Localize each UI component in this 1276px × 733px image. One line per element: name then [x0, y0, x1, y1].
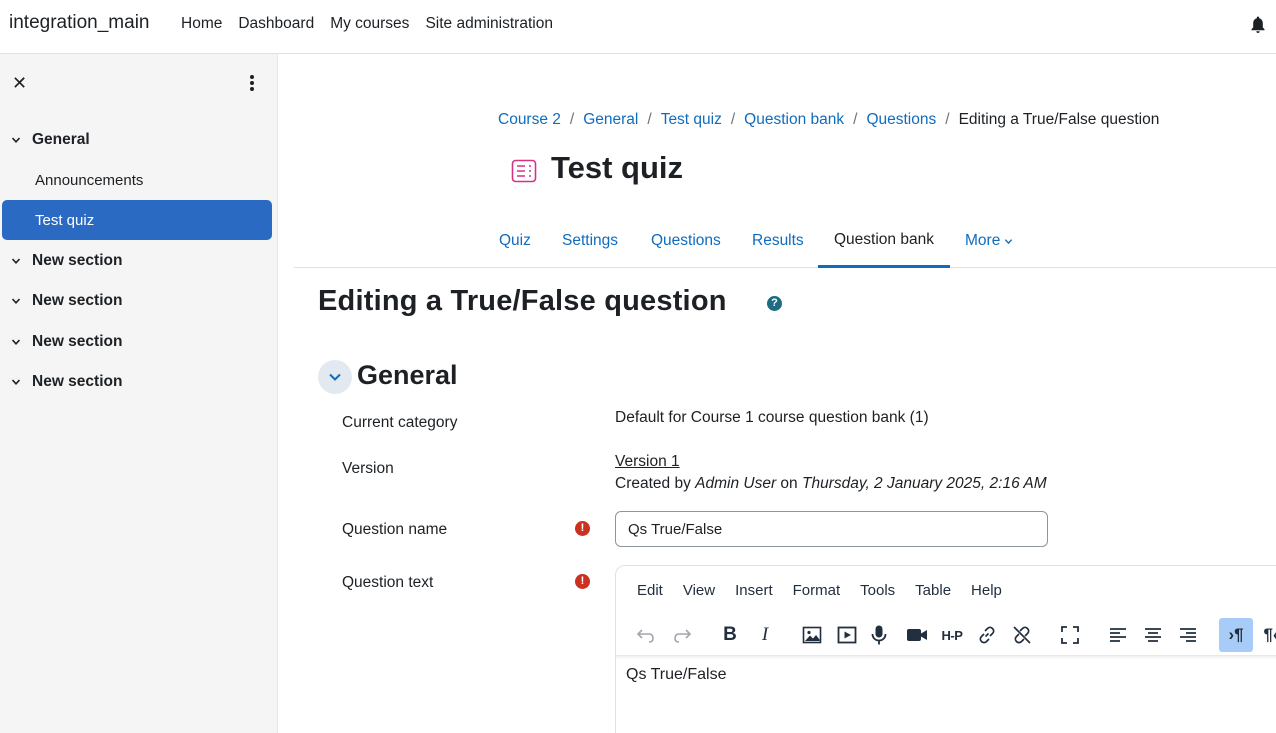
- top-navbar: integration_main Home Dashboard My cours…: [0, 0, 1276, 54]
- breadcrumb: Course 2/ General / Test quiz / Question b…: [498, 111, 1160, 129]
- breadcrumb-link-general[interactable]: General: [583, 111, 638, 129]
- menu-view[interactable]: View: [673, 582, 725, 599]
- sidebar-section-new-1[interactable]: New section: [0, 246, 278, 276]
- image-icon[interactable]: [795, 618, 829, 652]
- version-created-info: Created by Admin User on Thursday, 2 Jan…: [615, 475, 1047, 493]
- created-prefix: Created by: [615, 475, 691, 492]
- version-label: Version: [342, 460, 394, 477]
- question-name-label: Question name: [342, 521, 448, 538]
- record-video-icon[interactable]: [900, 618, 934, 652]
- collapse-section-button[interactable]: [318, 360, 352, 394]
- version-link[interactable]: Version 1: [615, 453, 680, 470]
- breadcrumb-link-course[interactable]: Course 2: [498, 111, 561, 129]
- course-index-drawer: ✕ General Announcements Test quiz New se…: [0, 54, 278, 733]
- link-icon[interactable]: [970, 618, 1004, 652]
- chevron-down-icon[interactable]: [0, 135, 32, 145]
- menu-format[interactable]: Format: [783, 582, 851, 599]
- sidebar-section-new-4[interactable]: New section: [0, 367, 278, 397]
- current-category-label: Current category: [342, 414, 458, 431]
- tab-settings[interactable]: Settings: [546, 214, 634, 268]
- sidebar-section-general[interactable]: General: [0, 125, 278, 155]
- required-icon: !: [575, 574, 590, 589]
- required-icon: !: [575, 521, 590, 536]
- created-user: Admin User: [695, 475, 777, 492]
- right-to-left-icon[interactable]: ¶‹: [1254, 618, 1276, 652]
- tab-more[interactable]: More: [949, 214, 1029, 268]
- secondary-navigation: Quiz Settings Questions Results Question…: [294, 214, 1276, 268]
- created-on: on: [780, 475, 798, 492]
- record-audio-icon[interactable]: [862, 618, 896, 652]
- sidebar-section-label: General: [32, 131, 90, 148]
- chevron-down-icon[interactable]: [0, 296, 32, 306]
- sidebar-section-label: New section: [32, 292, 123, 309]
- tab-quiz[interactable]: Quiz: [483, 214, 547, 268]
- quiz-icon: [511, 159, 537, 183]
- created-date: Thursday, 2 January 2025, 2:16 AM: [801, 475, 1047, 492]
- site-brand[interactable]: integration_main: [9, 12, 149, 34]
- undo-icon[interactable]: [629, 618, 663, 652]
- sidebar-item-announcements[interactable]: Announcements: [2, 160, 272, 200]
- editor-toolbar: B I H-P ›¶ ¶‹: [616, 614, 1276, 656]
- left-to-right-icon[interactable]: ›¶: [1219, 618, 1253, 652]
- menu-tools[interactable]: Tools: [850, 582, 905, 599]
- page-title: Test quiz: [551, 150, 684, 185]
- sidebar-section-new-3[interactable]: New section: [0, 327, 278, 357]
- menu-table[interactable]: Table: [905, 582, 961, 599]
- nav-home[interactable]: Home: [181, 15, 222, 33]
- question-text-editor: Edit View Insert Format Tools Table Help…: [615, 565, 1276, 733]
- sidebar-item-test-quiz[interactable]: Test quiz: [2, 200, 272, 240]
- bold-icon[interactable]: B: [713, 618, 747, 652]
- help-icon[interactable]: ?: [767, 296, 782, 311]
- question-text-label: Question text: [342, 574, 434, 591]
- drawer-options-icon[interactable]: [244, 74, 260, 92]
- h5p-icon[interactable]: H-P: [935, 618, 969, 652]
- editor-menubar: Edit View Insert Format Tools Table Help: [616, 566, 1012, 614]
- tab-results[interactable]: Results: [736, 214, 820, 268]
- editor-content[interactable]: Qs True/False: [626, 666, 726, 684]
- chevron-down-icon[interactable]: [0, 337, 32, 347]
- chevron-down-icon: [1005, 238, 1013, 244]
- chevron-down-icon[interactable]: [0, 256, 32, 266]
- close-drawer-icon[interactable]: ✕: [12, 74, 30, 92]
- align-right-icon[interactable]: [1171, 618, 1205, 652]
- align-center-icon[interactable]: [1136, 618, 1170, 652]
- tab-more-label: More: [965, 232, 1001, 249]
- sidebar-section-label: New section: [32, 373, 123, 390]
- question-name-input[interactable]: [615, 511, 1048, 547]
- nav-site-administration[interactable]: Site administration: [425, 15, 553, 33]
- editing-heading: Editing a True/False question: [318, 285, 727, 317]
- fullscreen-icon[interactable]: [1053, 618, 1087, 652]
- chevron-down-icon: [329, 373, 341, 381]
- version-value: Version 1: [615, 453, 680, 471]
- breadcrumb-link-test-quiz[interactable]: Test quiz: [661, 111, 722, 129]
- sidebar-section-new-2[interactable]: New section: [0, 286, 278, 316]
- nav-dashboard[interactable]: Dashboard: [238, 15, 314, 33]
- breadcrumb-link-question-bank[interactable]: Question bank: [744, 111, 844, 129]
- tab-question-bank[interactable]: Question bank: [818, 214, 950, 268]
- breadcrumb-link-questions[interactable]: Questions: [866, 111, 936, 129]
- sidebar-section-label: New section: [32, 333, 123, 350]
- media-icon[interactable]: [830, 618, 864, 652]
- tab-questions[interactable]: Questions: [635, 214, 737, 268]
- notifications-bell-icon[interactable]: [1250, 16, 1266, 34]
- align-left-icon[interactable]: [1101, 618, 1135, 652]
- nav-my-courses[interactable]: My courses: [330, 15, 409, 33]
- chevron-down-icon[interactable]: [0, 377, 32, 387]
- italic-icon[interactable]: I: [748, 618, 782, 652]
- redo-icon[interactable]: [665, 618, 699, 652]
- menu-help[interactable]: Help: [961, 582, 1012, 599]
- unlink-icon[interactable]: [1005, 618, 1039, 652]
- breadcrumb-current: Editing a True/False question: [958, 111, 1160, 128]
- menu-insert[interactable]: Insert: [725, 582, 783, 599]
- current-category-value: Default for Course 1 course question ban…: [615, 409, 929, 426]
- sidebar-section-label: New section: [32, 252, 123, 269]
- primary-navigation: Home Dashboard My courses Site administr…: [181, 15, 553, 33]
- menu-edit[interactable]: Edit: [627, 582, 673, 599]
- section-heading: General: [357, 360, 458, 390]
